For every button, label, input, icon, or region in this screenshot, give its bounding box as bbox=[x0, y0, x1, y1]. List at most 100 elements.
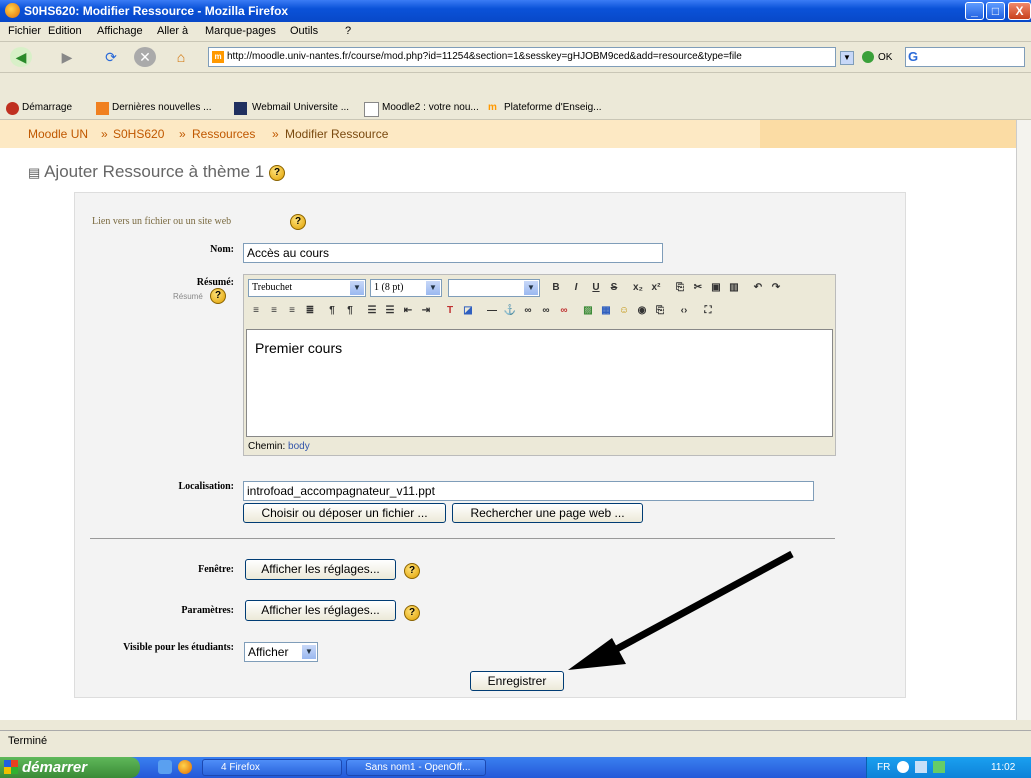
go-icon[interactable] bbox=[862, 51, 874, 63]
help-icon[interactable]: ? bbox=[404, 605, 420, 621]
smiley-icon[interactable]: ☺ bbox=[616, 303, 632, 319]
nom-input[interactable]: Accès au cours bbox=[243, 243, 663, 263]
outdent-icon[interactable]: ⇤ bbox=[400, 303, 416, 319]
quicklaunch-firefox-icon[interactable] bbox=[178, 760, 192, 774]
task-firefox[interactable]: 4 Firefox bbox=[202, 759, 342, 776]
page-title-text: Ajouter Ressource à thème 1 bbox=[44, 162, 265, 181]
visible-select[interactable]: Afficher ▼ bbox=[244, 642, 318, 662]
start-button[interactable]: démarrer bbox=[0, 757, 140, 778]
justify-icon[interactable]: ≣ bbox=[302, 303, 318, 319]
bookmark-moodle2[interactable]: Moodle2 : votre nou... bbox=[382, 102, 479, 113]
strike-icon[interactable]: S bbox=[606, 280, 622, 296]
redo-icon[interactable]: ↷ bbox=[768, 280, 784, 296]
moodle-bookmark-icon: m bbox=[488, 102, 497, 113]
bookmark-plateforme[interactable]: Plateforme d'Enseig... bbox=[504, 102, 602, 113]
editor-content[interactable]: Premier cours bbox=[246, 329, 833, 437]
breadcrumb-section[interactable]: Ressources bbox=[192, 127, 255, 141]
breadcrumb-home[interactable]: Moodle UN bbox=[28, 127, 88, 141]
menu-affichage[interactable]: Affichage bbox=[97, 25, 143, 37]
bg-color-icon[interactable]: ◪ bbox=[460, 303, 476, 319]
text-color-icon[interactable]: T bbox=[442, 303, 458, 319]
bookmark-webmail[interactable]: Webmail Universite ... bbox=[252, 102, 349, 113]
menu-aller[interactable]: Aller à bbox=[157, 25, 188, 37]
paste-icon[interactable]: ▣ bbox=[708, 280, 724, 296]
unordered-list-icon[interactable]: ☰ bbox=[382, 303, 398, 319]
anchor-icon[interactable]: ⚓ bbox=[502, 303, 518, 319]
go-button[interactable]: OK bbox=[878, 52, 892, 63]
quicklaunch-desktop-icon[interactable] bbox=[158, 760, 172, 774]
html-editor: Trebuchet ▼ 1 (8 pt) ▼ ▼ B I U S x₂ x² ⎘ ✂… bbox=[243, 274, 836, 456]
choose-file-button[interactable]: Choisir ou déposer un fichier ... bbox=[243, 503, 446, 523]
close-button[interactable]: X bbox=[1008, 2, 1031, 20]
special-char-icon[interactable]: ◉ bbox=[634, 303, 650, 319]
italic-icon[interactable]: I bbox=[568, 280, 584, 296]
help-icon[interactable]: ? bbox=[269, 164, 285, 181]
format-select[interactable]: ▼ bbox=[448, 279, 540, 297]
language-indicator[interactable]: FR bbox=[877, 762, 890, 773]
url-dropdown-icon[interactable]: ▼ bbox=[840, 51, 854, 65]
menu-help[interactable]: ? bbox=[345, 25, 351, 37]
menu-edition[interactable]: Edition bbox=[48, 25, 82, 37]
task-openoffice[interactable]: Sans nom1 - OpenOff... bbox=[346, 759, 486, 776]
ordered-list-icon[interactable]: ☰ bbox=[364, 303, 380, 319]
hr-icon[interactable]: — bbox=[484, 303, 500, 319]
bold-icon[interactable]: B bbox=[548, 280, 564, 296]
copy-icon[interactable]: ⎘ bbox=[672, 280, 688, 296]
ltr-icon[interactable]: ¶ bbox=[324, 303, 340, 319]
menu-marque-pages[interactable]: Marque-pages bbox=[205, 25, 276, 37]
localisation-input[interactable]: introfoad_accompagnateur_v11.ppt bbox=[243, 481, 814, 501]
size-select[interactable]: 1 (8 pt) ▼ bbox=[370, 279, 442, 297]
align-left-icon[interactable]: ≡ bbox=[248, 303, 264, 319]
subscript-icon[interactable]: x₂ bbox=[630, 280, 646, 296]
home-icon[interactable]: ⌂ bbox=[170, 47, 192, 67]
superscript-icon[interactable]: x² bbox=[648, 280, 664, 296]
parametres-settings-button[interactable]: Afficher les réglages... bbox=[245, 600, 396, 621]
submit-button[interactable]: Enregistrer bbox=[470, 671, 564, 691]
scrollbar[interactable] bbox=[1016, 120, 1031, 720]
tray-icon[interactable] bbox=[897, 761, 909, 773]
undo-icon[interactable]: ↶ bbox=[750, 280, 766, 296]
bookmark-demarrage[interactable]: Démarrage bbox=[22, 102, 72, 113]
paste-word-icon[interactable]: ▥ bbox=[726, 280, 742, 296]
fullscreen-icon[interactable]: ⛶ bbox=[700, 303, 716, 319]
bookmark-news[interactable]: Dernières nouvelles ... bbox=[112, 102, 212, 113]
indent-icon[interactable]: ⇥ bbox=[418, 303, 434, 319]
stop-icon[interactable]: ✕ bbox=[134, 47, 156, 67]
fenetre-label: Fenêtre: bbox=[198, 564, 234, 575]
url-input[interactable]: m http://moodle.univ-nantes.fr/course/mo… bbox=[208, 47, 836, 67]
reload-icon[interactable]: ⟳ bbox=[100, 47, 122, 67]
fenetre-settings-button[interactable]: Afficher les réglages... bbox=[245, 559, 396, 580]
editor-path-value[interactable]: body bbox=[288, 441, 310, 452]
unlink-icon[interactable]: ∞ bbox=[538, 303, 554, 319]
help-icon[interactable]: ? bbox=[210, 288, 226, 304]
image-icon[interactable]: ▨ bbox=[580, 303, 596, 319]
menu-outils[interactable]: Outils bbox=[290, 25, 318, 37]
search-web-button[interactable]: Rechercher une page web ... bbox=[452, 503, 643, 523]
rtl-icon[interactable]: ¶ bbox=[342, 303, 358, 319]
breadcrumb-course[interactable]: S0HS620 bbox=[113, 127, 164, 141]
minimize-button[interactable]: _ bbox=[965, 2, 984, 20]
help-icon[interactable]: ? bbox=[290, 214, 306, 230]
underline-icon[interactable]: U bbox=[588, 280, 604, 296]
search-input[interactable] bbox=[905, 47, 1025, 67]
task-openoffice-label: Sans nom1 - OpenOff... bbox=[365, 762, 471, 773]
cut-icon[interactable]: ✂ bbox=[690, 280, 706, 296]
help-icon[interactable]: ? bbox=[404, 563, 420, 579]
menu-fichier[interactable]: Fichier bbox=[8, 25, 41, 37]
table-icon[interactable]: ▦ bbox=[598, 303, 614, 319]
network-icon[interactable] bbox=[915, 761, 927, 773]
link-icon[interactable]: ∞ bbox=[520, 303, 536, 319]
html-source-icon[interactable]: ‹› bbox=[676, 303, 692, 319]
maximize-button[interactable]: □ bbox=[986, 2, 1005, 20]
font-select[interactable]: Trebuchet ▼ bbox=[248, 279, 366, 297]
webmail-icon bbox=[234, 102, 247, 115]
nolink-icon[interactable]: ∞ bbox=[556, 303, 572, 319]
page-content: Moodle UN » S0HS620 » Ressources » Modif… bbox=[0, 120, 1016, 720]
back-icon[interactable]: ◀ bbox=[10, 47, 32, 67]
forward-icon[interactable]: ▶ bbox=[56, 47, 78, 67]
bookmark-start-icon bbox=[6, 102, 19, 115]
align-center-icon[interactable]: ≡ bbox=[266, 303, 282, 319]
search-replace-icon[interactable]: ⎘ bbox=[652, 303, 668, 319]
signal-icon[interactable] bbox=[933, 761, 945, 773]
align-right-icon[interactable]: ≡ bbox=[284, 303, 300, 319]
